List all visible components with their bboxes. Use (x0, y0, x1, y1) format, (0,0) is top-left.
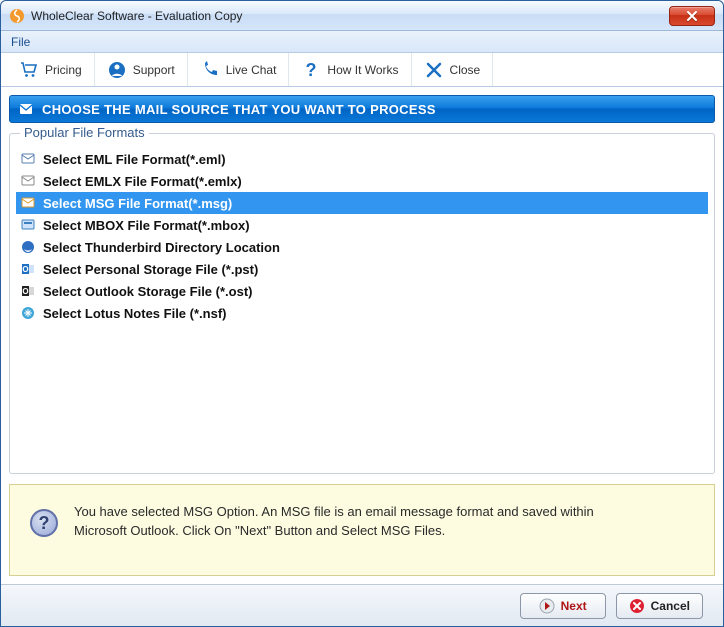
cancel-button[interactable]: Cancel (616, 593, 703, 619)
section-header: CHOOSE THE MAIL SOURCE THAT YOU WANT TO … (9, 95, 715, 123)
format-item-eml[interactable]: Select EML File Format(*.eml) (16, 148, 708, 170)
format-item-mbox[interactable]: Select MBOX File Format(*.mbox) (16, 214, 708, 236)
question-icon: ? (301, 60, 321, 80)
lotus-icon (20, 305, 36, 321)
close-icon (424, 60, 444, 80)
app-window: WholeClear Software - Evaluation Copy Fi… (0, 0, 724, 627)
toolbar-label: How It Works (327, 63, 398, 77)
format-label: Select EML File Format(*.eml) (43, 152, 226, 167)
toolbar-label: Pricing (45, 63, 82, 77)
cancel-x-icon (629, 598, 645, 614)
outlook-icon: O (20, 283, 36, 299)
window-close-button[interactable] (669, 6, 715, 26)
next-button[interactable]: Next (520, 593, 606, 619)
info-panel: ? You have selected MSG Option. An MSG f… (9, 484, 715, 576)
content-area: CHOOSE THE MAIL SOURCE THAT YOU WANT TO … (1, 87, 723, 584)
group-legend: Popular File Formats (20, 125, 149, 140)
svg-text:O: O (22, 265, 28, 274)
toolbar-close-button[interactable]: Close (412, 53, 494, 86)
toolbar-howitworks-button[interactable]: ? How It Works (289, 53, 411, 86)
button-label: Cancel (651, 599, 690, 613)
file-icon (20, 195, 36, 211)
next-arrow-icon (539, 598, 555, 614)
format-label: Select MSG File Format(*.msg) (43, 196, 232, 211)
svg-text:O: O (22, 287, 28, 296)
support-icon (107, 60, 127, 80)
format-label: Select Lotus Notes File (*.nsf) (43, 306, 226, 321)
format-item-msg[interactable]: Select MSG File Format(*.msg) (16, 192, 708, 214)
bottom-bar: Next Cancel (1, 584, 723, 626)
format-label: Select MBOX File Format(*.mbox) (43, 218, 250, 233)
toolbar-label: Close (450, 63, 481, 77)
format-item-thunderbird[interactable]: Select Thunderbird Directory Location (16, 236, 708, 258)
file-icon (20, 173, 36, 189)
svg-text:?: ? (306, 60, 317, 80)
phone-icon (200, 60, 220, 80)
cart-icon (19, 60, 39, 80)
info-text: You have selected MSG Option. An MSG fil… (74, 499, 614, 541)
window-title: WholeClear Software - Evaluation Copy (31, 9, 242, 23)
format-list: Select EML File Format(*.eml) Select EML… (16, 148, 708, 324)
section-icon (18, 101, 34, 117)
format-item-emlx[interactable]: Select EMLX File Format(*.emlx) (16, 170, 708, 192)
file-icon (20, 151, 36, 167)
format-label: Select Personal Storage File (*.pst) (43, 262, 258, 277)
format-label: Select Thunderbird Directory Location (43, 240, 280, 255)
toolbar-label: Live Chat (226, 63, 277, 77)
button-label: Next (561, 599, 587, 613)
formats-groupbox: Popular File Formats Select EML File For… (9, 133, 715, 474)
info-question-icon: ? (30, 509, 58, 537)
toolbar-label: Support (133, 63, 175, 77)
outlook-icon: O (20, 261, 36, 277)
menubar: File (1, 31, 723, 53)
toolbar: Pricing Support Live Chat ? How It Works… (1, 53, 723, 87)
toolbar-livechat-button[interactable]: Live Chat (188, 53, 290, 86)
app-icon (9, 8, 25, 24)
file-icon (20, 217, 36, 233)
toolbar-pricing-button[interactable]: Pricing (7, 53, 95, 86)
format-label: Select EMLX File Format(*.emlx) (43, 174, 242, 189)
format-label: Select Outlook Storage File (*.ost) (43, 284, 252, 299)
section-title: CHOOSE THE MAIL SOURCE THAT YOU WANT TO … (42, 102, 436, 117)
menu-file[interactable]: File (11, 35, 30, 49)
toolbar-support-button[interactable]: Support (95, 53, 188, 86)
format-item-ost[interactable]: O Select Outlook Storage File (*.ost) (16, 280, 708, 302)
thunderbird-icon (20, 239, 36, 255)
format-item-pst[interactable]: O Select Personal Storage File (*.pst) (16, 258, 708, 280)
titlebar[interactable]: WholeClear Software - Evaluation Copy (1, 1, 723, 31)
format-item-nsf[interactable]: Select Lotus Notes File (*.nsf) (16, 302, 708, 324)
